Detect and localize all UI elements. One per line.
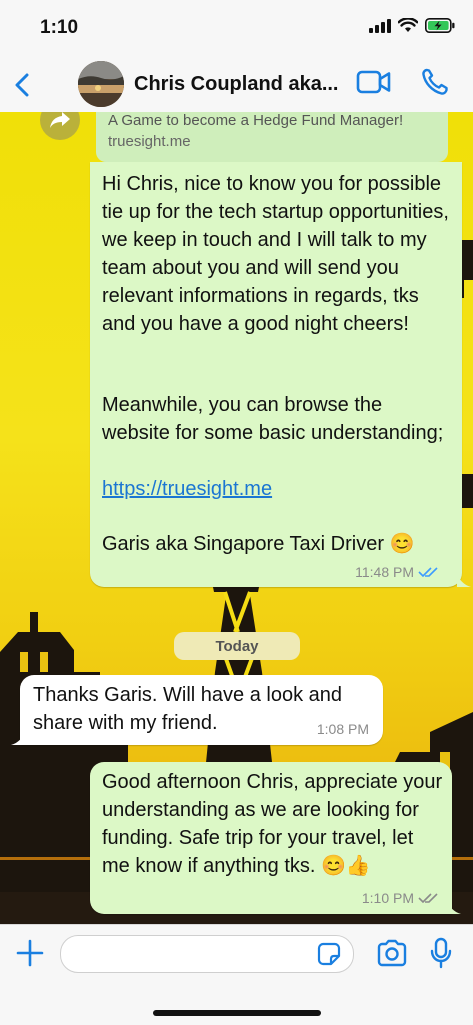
- message-time: 11:48 PM: [355, 564, 438, 580]
- message-signature: Garis aka Singapore Taxi Driver 😊: [102, 533, 415, 555]
- microphone-icon: [430, 937, 452, 969]
- message-text: Hi Chris, nice to know you for possible …: [102, 173, 449, 335]
- link-preview-description: A Game to become a Hedge Fund Manager!: [108, 112, 404, 129]
- attach-button[interactable]: [16, 939, 44, 972]
- bubble-tail: [447, 900, 461, 914]
- message-input[interactable]: [60, 935, 354, 973]
- date-divider: Today: [174, 632, 300, 660]
- cellular-signal-icon: [369, 18, 391, 33]
- delivered-ticks-icon: [418, 893, 438, 904]
- bubble-tail: [11, 731, 25, 745]
- forward-arrow-icon: [50, 112, 70, 128]
- phone-icon: [422, 68, 448, 95]
- outgoing-message-1[interactable]: Hi Chris, nice to know you for possible …: [90, 162, 471, 587]
- chevron-left-icon: [15, 73, 29, 97]
- wifi-icon: [398, 18, 418, 32]
- composer-bar: [0, 924, 473, 1025]
- incoming-message-1[interactable]: Thanks Garis. Will have a look and share…: [11, 675, 383, 745]
- plus-icon: [16, 939, 44, 967]
- message-time: 1:10 PM: [362, 890, 438, 906]
- sticker-button[interactable]: [317, 942, 341, 971]
- back-button[interactable]: [10, 67, 34, 103]
- link-preview[interactable]: A Game to become a Hedge Fund Manager! t…: [96, 112, 448, 162]
- battery-charging-icon: [425, 18, 455, 33]
- camera-button[interactable]: [376, 939, 408, 972]
- message-link[interactable]: https://truesight.me: [102, 475, 272, 503]
- microphone-button[interactable]: [430, 937, 452, 974]
- avatar-photo: [78, 61, 124, 107]
- outgoing-message-2[interactable]: Good afternoon Chris, appreciate your un…: [90, 762, 461, 914]
- message-time: 1:08 PM: [317, 721, 369, 737]
- chat-area[interactable]: A Game to become a Hedge Fund Manager! t…: [0, 112, 473, 924]
- contact-avatar[interactable]: [78, 61, 124, 107]
- contact-name[interactable]: Chris Coupland aka...: [134, 73, 338, 96]
- sticker-icon: [317, 942, 341, 966]
- chat-header: Chris Coupland aka...: [0, 58, 473, 113]
- camera-icon: [377, 939, 407, 967]
- message-text: Good afternoon Chris, appreciate your un…: [102, 771, 443, 877]
- message-time-text: 11:48 PM: [355, 564, 414, 580]
- message-text: Meanwhile, you can browse the website fo…: [102, 394, 444, 444]
- voice-call-button[interactable]: [420, 67, 450, 102]
- home-indicator[interactable]: [153, 1010, 321, 1016]
- status-time: 1:10: [40, 17, 79, 38]
- status-icons: [369, 18, 455, 33]
- link-preview-domain: truesight.me: [108, 133, 191, 150]
- status-bar: 1:10: [0, 0, 473, 58]
- read-ticks-icon: [418, 567, 438, 578]
- video-call-button[interactable]: [356, 69, 392, 100]
- message-time-text: 1:08 PM: [316, 721, 369, 737]
- bubble-tail: [457, 573, 471, 587]
- video-camera-icon: [356, 70, 391, 94]
- message-time-text: 1:10 PM: [361, 890, 414, 906]
